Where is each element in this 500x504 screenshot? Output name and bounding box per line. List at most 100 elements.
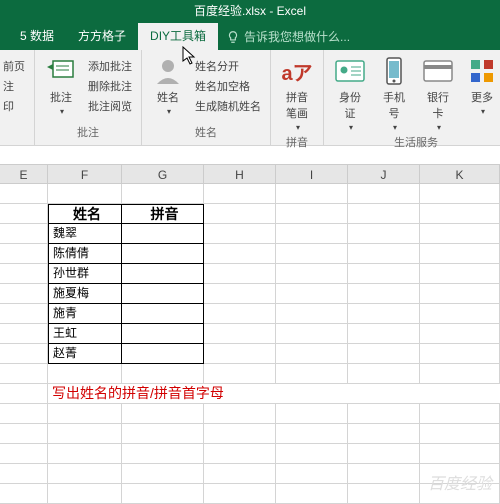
- tab-data[interactable]: 5 数据: [8, 23, 66, 50]
- cell[interactable]: [420, 364, 500, 384]
- cell[interactable]: [204, 264, 276, 284]
- cell[interactable]: [420, 444, 500, 464]
- cell[interactable]: [348, 344, 420, 364]
- cell[interactable]: [276, 404, 348, 424]
- note-btn[interactable]: 注: [0, 77, 28, 95]
- cell[interactable]: [420, 284, 500, 304]
- cell[interactable]: [204, 404, 276, 424]
- cell[interactable]: [276, 464, 348, 484]
- cell[interactable]: [48, 184, 122, 204]
- cell[interactable]: [276, 184, 348, 204]
- pinyin-cell[interactable]: [122, 264, 204, 284]
- cell[interactable]: [420, 484, 500, 504]
- pinyin-cell[interactable]: [122, 344, 204, 364]
- cell[interactable]: [276, 424, 348, 444]
- name-cell[interactable]: 魏翠: [48, 224, 122, 244]
- cell[interactable]: [420, 204, 500, 224]
- col-g[interactable]: G: [122, 165, 204, 184]
- prev-page-btn[interactable]: 前页: [0, 57, 28, 75]
- name-cell[interactable]: 王虹: [48, 324, 122, 344]
- cell[interactable]: [348, 244, 420, 264]
- cell[interactable]: [204, 244, 276, 264]
- add-comment-btn[interactable]: 添加批注: [85, 57, 135, 75]
- cell[interactable]: [348, 424, 420, 444]
- cell[interactable]: [0, 244, 48, 264]
- cell[interactable]: [0, 264, 48, 284]
- tab-diy[interactable]: DIY工具箱: [138, 23, 218, 50]
- tell-me[interactable]: 告诉我您想做什么...: [226, 28, 350, 45]
- cell[interactable]: [420, 424, 500, 444]
- view-comment-btn[interactable]: 批注阅览: [85, 97, 135, 115]
- cell[interactable]: [204, 224, 276, 244]
- cell[interactable]: [122, 184, 204, 204]
- cell[interactable]: [0, 324, 48, 344]
- cell[interactable]: [348, 224, 420, 244]
- space-name-btn[interactable]: 姓名加空格: [192, 77, 264, 95]
- cell[interactable]: [122, 464, 204, 484]
- cell[interactable]: [204, 204, 276, 224]
- col-h[interactable]: H: [204, 165, 276, 184]
- cell[interactable]: [48, 444, 122, 464]
- cell[interactable]: [276, 204, 348, 224]
- cell[interactable]: [204, 484, 276, 504]
- cell[interactable]: [348, 264, 420, 284]
- cell[interactable]: [204, 424, 276, 444]
- cell[interactable]: [0, 384, 48, 404]
- cell[interactable]: [348, 304, 420, 324]
- col-k[interactable]: K: [420, 165, 500, 184]
- grid[interactable]: 姓名拼音魏翠陈倩倩孙世群施夏梅施青王虹赵菁写出姓名的拼音/拼音首字母: [0, 184, 500, 504]
- cell[interactable]: [276, 224, 348, 244]
- cell[interactable]: [348, 404, 420, 424]
- cell[interactable]: [0, 444, 48, 464]
- cell[interactable]: [204, 464, 276, 484]
- col-i[interactable]: I: [276, 165, 348, 184]
- cell[interactable]: [276, 264, 348, 284]
- cell[interactable]: [348, 284, 420, 304]
- cell[interactable]: [348, 464, 420, 484]
- cell[interactable]: [276, 364, 348, 384]
- cell[interactable]: [0, 284, 48, 304]
- cell[interactable]: [276, 344, 348, 364]
- name-cell[interactable]: 陈倩倩: [48, 244, 122, 264]
- cell[interactable]: [204, 324, 276, 344]
- cell[interactable]: [0, 404, 48, 424]
- comment-button[interactable]: 批注▾: [41, 53, 81, 118]
- more-button[interactable]: 更多▾: [462, 53, 500, 118]
- cell[interactable]: [48, 364, 122, 384]
- pinyin-button[interactable]: aア 拼音笔画▾: [277, 53, 317, 134]
- cell[interactable]: [420, 184, 500, 204]
- cell[interactable]: [204, 444, 276, 464]
- print-btn[interactable]: 印: [0, 97, 28, 115]
- split-name-btn[interactable]: 姓名分开: [192, 57, 264, 75]
- cell[interactable]: [420, 404, 500, 424]
- cell[interactable]: [276, 284, 348, 304]
- header-pinyin[interactable]: 拼音: [122, 204, 204, 224]
- cell[interactable]: [122, 444, 204, 464]
- cell[interactable]: [420, 464, 500, 484]
- cell[interactable]: [420, 344, 500, 364]
- note-cell[interactable]: 写出姓名的拼音/拼音首字母: [48, 384, 500, 404]
- pinyin-cell[interactable]: [122, 224, 204, 244]
- cell[interactable]: [48, 424, 122, 444]
- name-cell[interactable]: 施夏梅: [48, 284, 122, 304]
- idcard-button[interactable]: 身份证▾: [330, 53, 370, 134]
- cell[interactable]: [420, 264, 500, 284]
- name-button[interactable]: 姓名▾: [148, 53, 188, 118]
- cell[interactable]: [0, 224, 48, 244]
- cell[interactable]: [0, 464, 48, 484]
- cell[interactable]: [276, 244, 348, 264]
- cell[interactable]: [420, 224, 500, 244]
- cell[interactable]: [420, 324, 500, 344]
- cell[interactable]: [348, 184, 420, 204]
- cell[interactable]: [204, 284, 276, 304]
- pinyin-cell[interactable]: [122, 244, 204, 264]
- cell[interactable]: [48, 404, 122, 424]
- cell[interactable]: [276, 444, 348, 464]
- cell[interactable]: [48, 484, 122, 504]
- cell[interactable]: [122, 424, 204, 444]
- cell[interactable]: [276, 304, 348, 324]
- cell[interactable]: [204, 344, 276, 364]
- tab-fangfang[interactable]: 方方格子: [66, 23, 138, 50]
- phone-button[interactable]: 手机号▾: [374, 53, 414, 134]
- delete-comment-btn[interactable]: 删除批注: [85, 77, 135, 95]
